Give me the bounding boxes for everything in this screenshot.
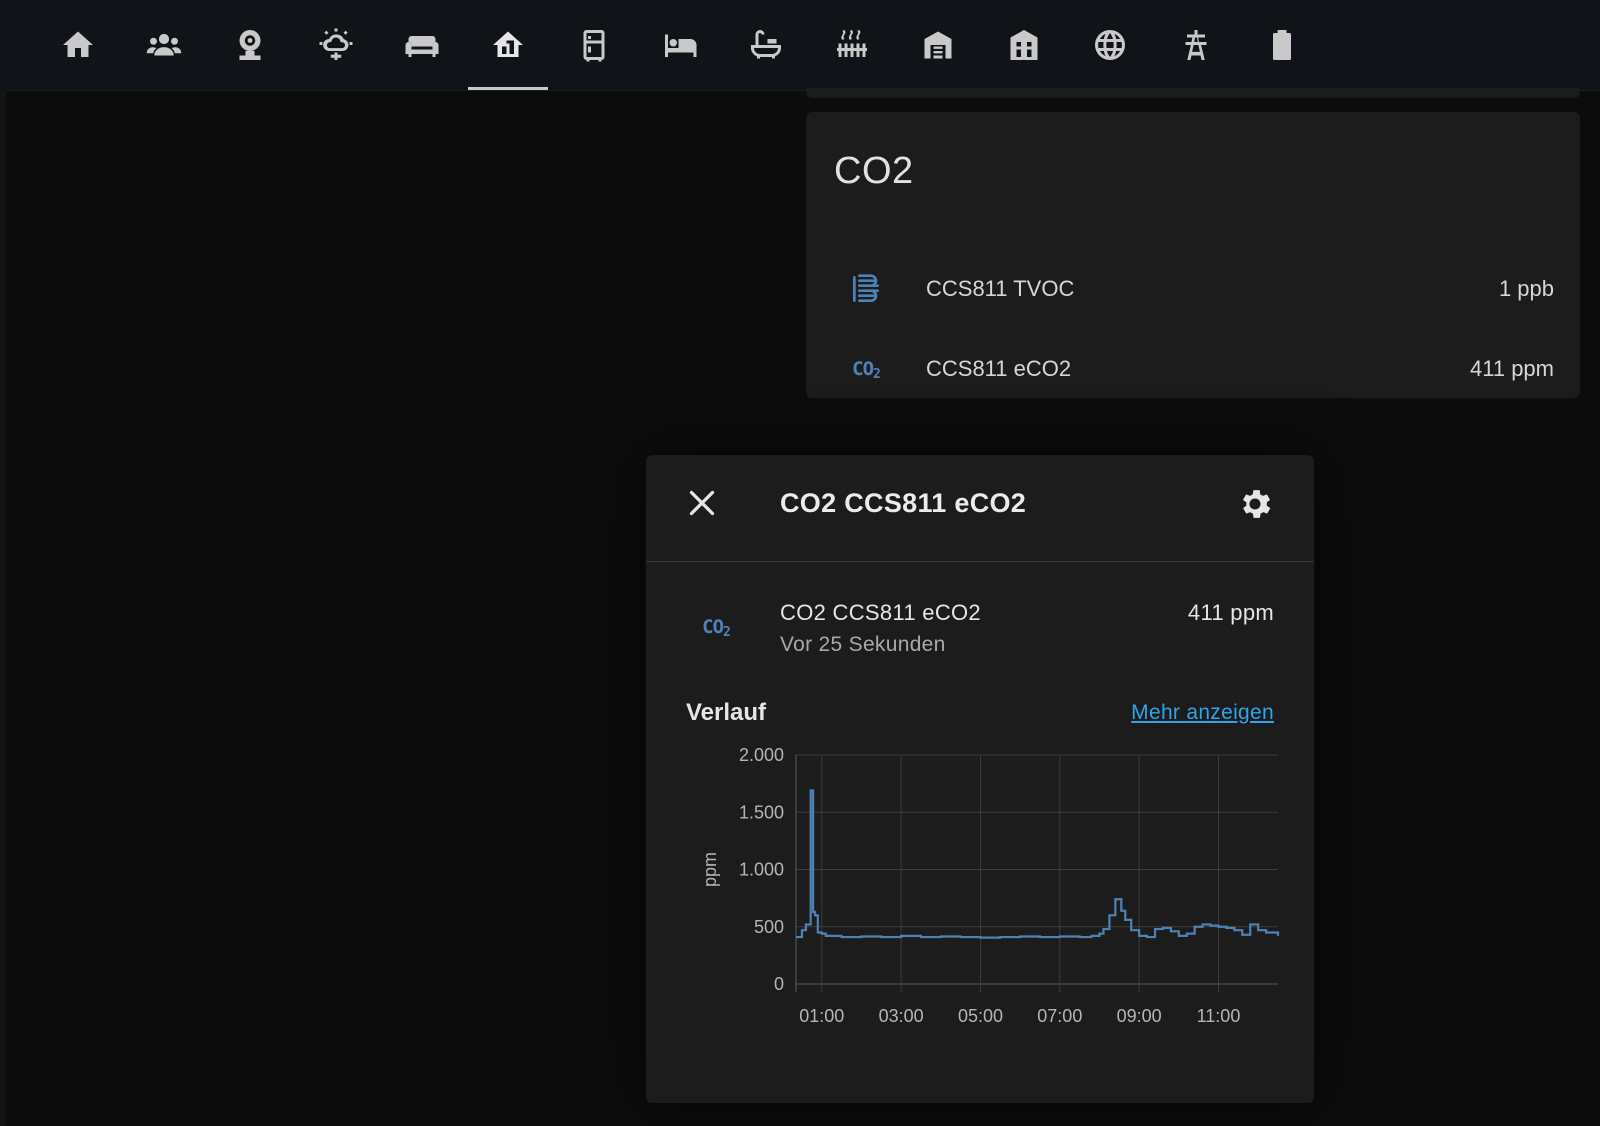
- radiator-icon: [837, 30, 867, 57]
- show-more-link[interactable]: Mehr anzeigen: [1131, 701, 1274, 725]
- card-above-edge: [806, 88, 1580, 98]
- tab-weather[interactable]: [296, 0, 376, 90]
- dialog-title: CO2 CCS811 eCO2: [780, 488, 1027, 518]
- tab-garage[interactable]: [898, 0, 978, 90]
- x-tick-label: 11:00: [1197, 1006, 1241, 1026]
- history-heading: Verlauf: [686, 699, 767, 726]
- bed-icon: [665, 34, 697, 57]
- webcam-icon: [239, 30, 261, 60]
- entity-row-eco2[interactable]: CO2 CCS811 eCO2 411 ppm: [806, 339, 1580, 399]
- tab-bedroom[interactable]: [640, 0, 720, 90]
- entity-name: CCS811 TVOC: [926, 276, 1075, 301]
- fridge-icon: [583, 30, 605, 62]
- co2-entities-card: CO2 CCS811 TVOC 1 ppb CO2 CCS811 eCO2 41…: [806, 112, 1580, 398]
- settings-button[interactable]: [1236, 485, 1274, 523]
- battery-icon: [1273, 30, 1291, 60]
- weather-icon: [319, 28, 353, 60]
- co2-icon: CO2: [702, 616, 731, 640]
- air-filter-icon: [846, 269, 886, 309]
- entity-name: CCS811 eCO2: [926, 356, 1072, 381]
- active-tab-indicator: [468, 87, 548, 90]
- globe-icon: [1095, 30, 1125, 60]
- sidebar-edge: [0, 90, 6, 1126]
- tab-people[interactable]: [124, 0, 204, 90]
- x-tick-label: 09:00: [1117, 1006, 1162, 1026]
- entity-value: 411 ppm: [1470, 356, 1554, 381]
- x-tick-label: 03:00: [879, 1006, 924, 1026]
- x-tick-label: 01:00: [799, 1006, 844, 1026]
- gear-icon: [1242, 490, 1271, 518]
- transmission-tower-icon: [1185, 30, 1207, 60]
- y-tick-label: 0: [774, 974, 784, 994]
- tab-energy[interactable]: [1156, 0, 1236, 90]
- tab-kitchen[interactable]: [554, 0, 634, 90]
- home-floor-icon: [493, 31, 523, 57]
- tab-building[interactable]: [984, 0, 1064, 90]
- co2-icon: CO2: [852, 358, 881, 382]
- dialog-entity-last-changed: Vor 25 Sekunden: [780, 633, 946, 656]
- history-chart: 0 500 1.000 1.500 2.000 01:00 03:00 05:00 07:00 0…: [700, 745, 1280, 1026]
- tab-living-room[interactable]: [382, 0, 462, 90]
- more-info-dialog: CO2 CCS811 eCO2 CO2 CO2 CCS811 eCO2 Vor …: [646, 455, 1314, 1103]
- y-tick-label: 1.500: [739, 802, 784, 822]
- bathtub-icon: [751, 30, 781, 59]
- home-modern-icon: [1010, 30, 1038, 60]
- dialog-divider: [646, 561, 1314, 562]
- x-tick-label: 07:00: [1037, 1006, 1082, 1026]
- sofa-icon: [405, 36, 439, 57]
- close-icon: [689, 490, 715, 516]
- tab-bathroom[interactable]: [726, 0, 806, 90]
- entity-value: 1 ppb: [1498, 276, 1554, 301]
- tab-battery[interactable]: [1242, 0, 1322, 90]
- tab-network[interactable]: [1070, 0, 1150, 90]
- card-title: CO2: [834, 150, 914, 192]
- y-tick-label: 500: [754, 917, 784, 937]
- x-tick-label: 05:00: [958, 1006, 1003, 1026]
- garage-icon: [924, 31, 952, 59]
- dialog-entity-value: 411 ppm: [1187, 600, 1274, 625]
- tab-cameras[interactable]: [210, 0, 290, 90]
- home-icon: [63, 31, 93, 57]
- dialog-entity-name: CO2 CCS811 eCO2: [780, 600, 981, 625]
- y-axis-label: ppm: [700, 852, 720, 887]
- tab-home[interactable]: [38, 0, 118, 90]
- top-toolbar: [0, 0, 1600, 91]
- account-group-icon: [146, 33, 182, 56]
- close-button[interactable]: [684, 485, 720, 521]
- tab-home-floor[interactable]: [468, 0, 548, 90]
- y-tick-label: 2.000: [739, 745, 784, 765]
- y-tick-label: 1.000: [739, 860, 784, 880]
- tab-heating[interactable]: [812, 0, 892, 90]
- entity-row-tvoc[interactable]: CCS811 TVOC 1 ppb: [806, 259, 1580, 319]
